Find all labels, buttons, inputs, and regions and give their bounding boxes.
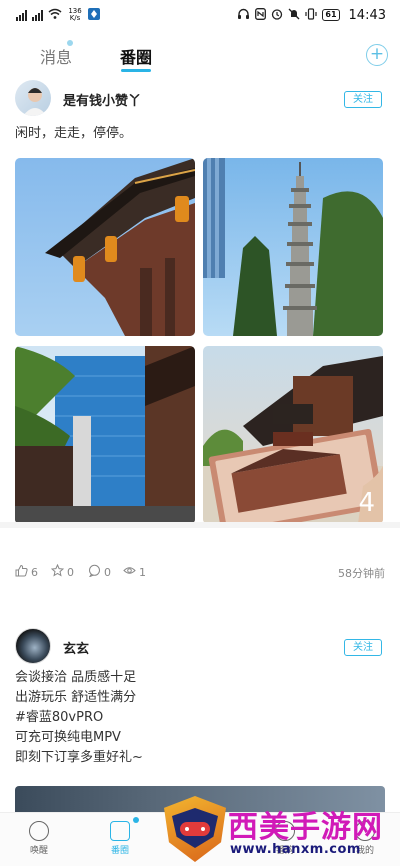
comment-stat[interactable]: 0 <box>88 564 111 580</box>
watermark: 西美手游网 www.hanxm.com <box>160 796 400 866</box>
plus-circle-icon[interactable]: + <box>366 44 388 66</box>
nav-wake[interactable]: 唤醒 <box>14 821 64 856</box>
unread-dot <box>67 40 73 46</box>
avatar[interactable] <box>15 628 51 664</box>
watermark-url: www.hanxm.com <box>230 842 361 857</box>
tab-circle[interactable]: 番圈 <box>120 44 152 68</box>
like-count: 6 <box>31 565 38 579</box>
avatar[interactable] <box>15 80 51 116</box>
battery-indicator: 61 <box>322 9 340 21</box>
signal-icon <box>32 9 43 21</box>
signal-icon <box>16 9 27 21</box>
wifi-icon <box>48 8 62 22</box>
view-count: 1 <box>139 565 146 579</box>
watermark-title: 西美手游网 <box>228 810 383 845</box>
like-stat[interactable]: 6 <box>15 564 38 580</box>
follow-button[interactable]: 关注 <box>344 91 382 108</box>
post-text: 会谈接洽 品质感十足 出游玩乐 舒适性满分 #睿蓝80vPRO 可充可换纯电MP… <box>15 668 143 768</box>
post-text-line: 即刻下订享多重好礼~ <box>15 750 143 765</box>
comment-count: 0 <box>104 565 111 579</box>
app-notification-icon <box>88 7 100 23</box>
tab-messages[interactable]: 消息 <box>40 44 72 68</box>
post-hashtag[interactable]: #睿蓝80vPRO <box>15 708 143 728</box>
nav-unread-dot <box>133 817 139 823</box>
favorite-count: 0 <box>67 565 74 579</box>
post-text: 闲时，走走，停停。 <box>15 126 133 141</box>
post-image[interactable] <box>15 346 195 524</box>
vibrate-icon <box>305 7 317 23</box>
post-text-line: 可充可换纯电MPV <box>15 730 121 745</box>
nav-label: 唤醒 <box>29 846 48 856</box>
top-tabs: 消息 番圈 + <box>0 38 400 74</box>
thumbs-up-icon <box>15 564 28 580</box>
eye-icon <box>123 564 136 580</box>
nfc-icon <box>255 7 267 23</box>
post-text-line: 出游玩乐 舒适性满分 <box>15 690 137 705</box>
post-image[interactable] <box>15 158 195 336</box>
follow-button[interactable]: 关注 <box>344 639 382 656</box>
nav-circle[interactable]: 番圈 <box>95 821 145 856</box>
mute-icon <box>288 8 300 23</box>
more-images-count: 4 <box>358 488 375 518</box>
post-stats: 6 0 0 1 58分钟前 <box>15 563 385 582</box>
view-stat: 1 <box>123 564 146 580</box>
alarm-icon <box>271 8 283 23</box>
star-icon <box>50 563 65 580</box>
network-speed: 136 K/s <box>68 7 82 22</box>
status-bar: 136 K/s 61 14:43 <box>0 0 400 30</box>
post-image[interactable] <box>203 158 383 336</box>
compass-icon <box>29 821 49 841</box>
user-name[interactable]: 是有钱小赞丫 <box>63 90 141 109</box>
headphones-icon <box>237 8 250 23</box>
feed-divider <box>0 522 400 528</box>
status-left: 136 K/s <box>16 7 100 23</box>
comment-icon <box>88 564 101 580</box>
clock: 14:43 <box>348 7 386 23</box>
post-time: 58分钟前 <box>338 567 385 580</box>
nav-label: 番圈 <box>110 846 129 856</box>
favorite-stat[interactable]: 0 <box>50 563 74 580</box>
active-tab-indicator <box>121 69 151 72</box>
circle-icon <box>110 821 130 841</box>
post-image[interactable]: 4 <box>203 346 383 524</box>
post-text-line: 会谈接洽 品质感十足 <box>15 670 137 685</box>
user-name[interactable]: 玄玄 <box>63 638 89 657</box>
status-right: 61 14:43 <box>237 8 386 23</box>
